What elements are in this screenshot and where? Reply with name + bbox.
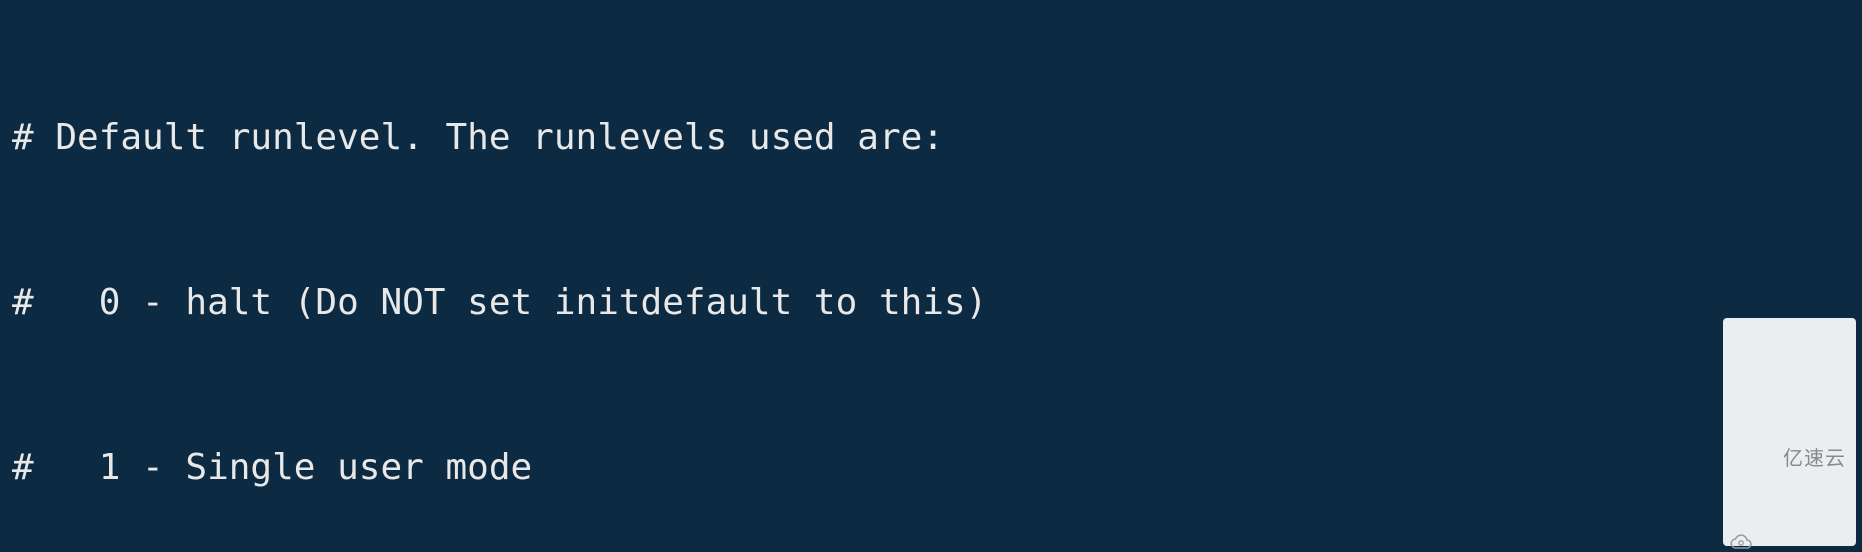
watermark-text: 亿速云 <box>1783 448 1846 470</box>
config-line: # Default runlevel. The runlevels used a… <box>12 110 1850 165</box>
config-line: # 1 - Single user mode <box>12 440 1850 495</box>
cloud-icon <box>1729 424 1753 440</box>
config-line: # 0 - halt (Do NOT set initdefault to th… <box>12 275 1850 330</box>
terminal-view: # Default runlevel. The runlevels used a… <box>0 0 1862 552</box>
watermark-badge: 亿速云 <box>1723 318 1856 546</box>
